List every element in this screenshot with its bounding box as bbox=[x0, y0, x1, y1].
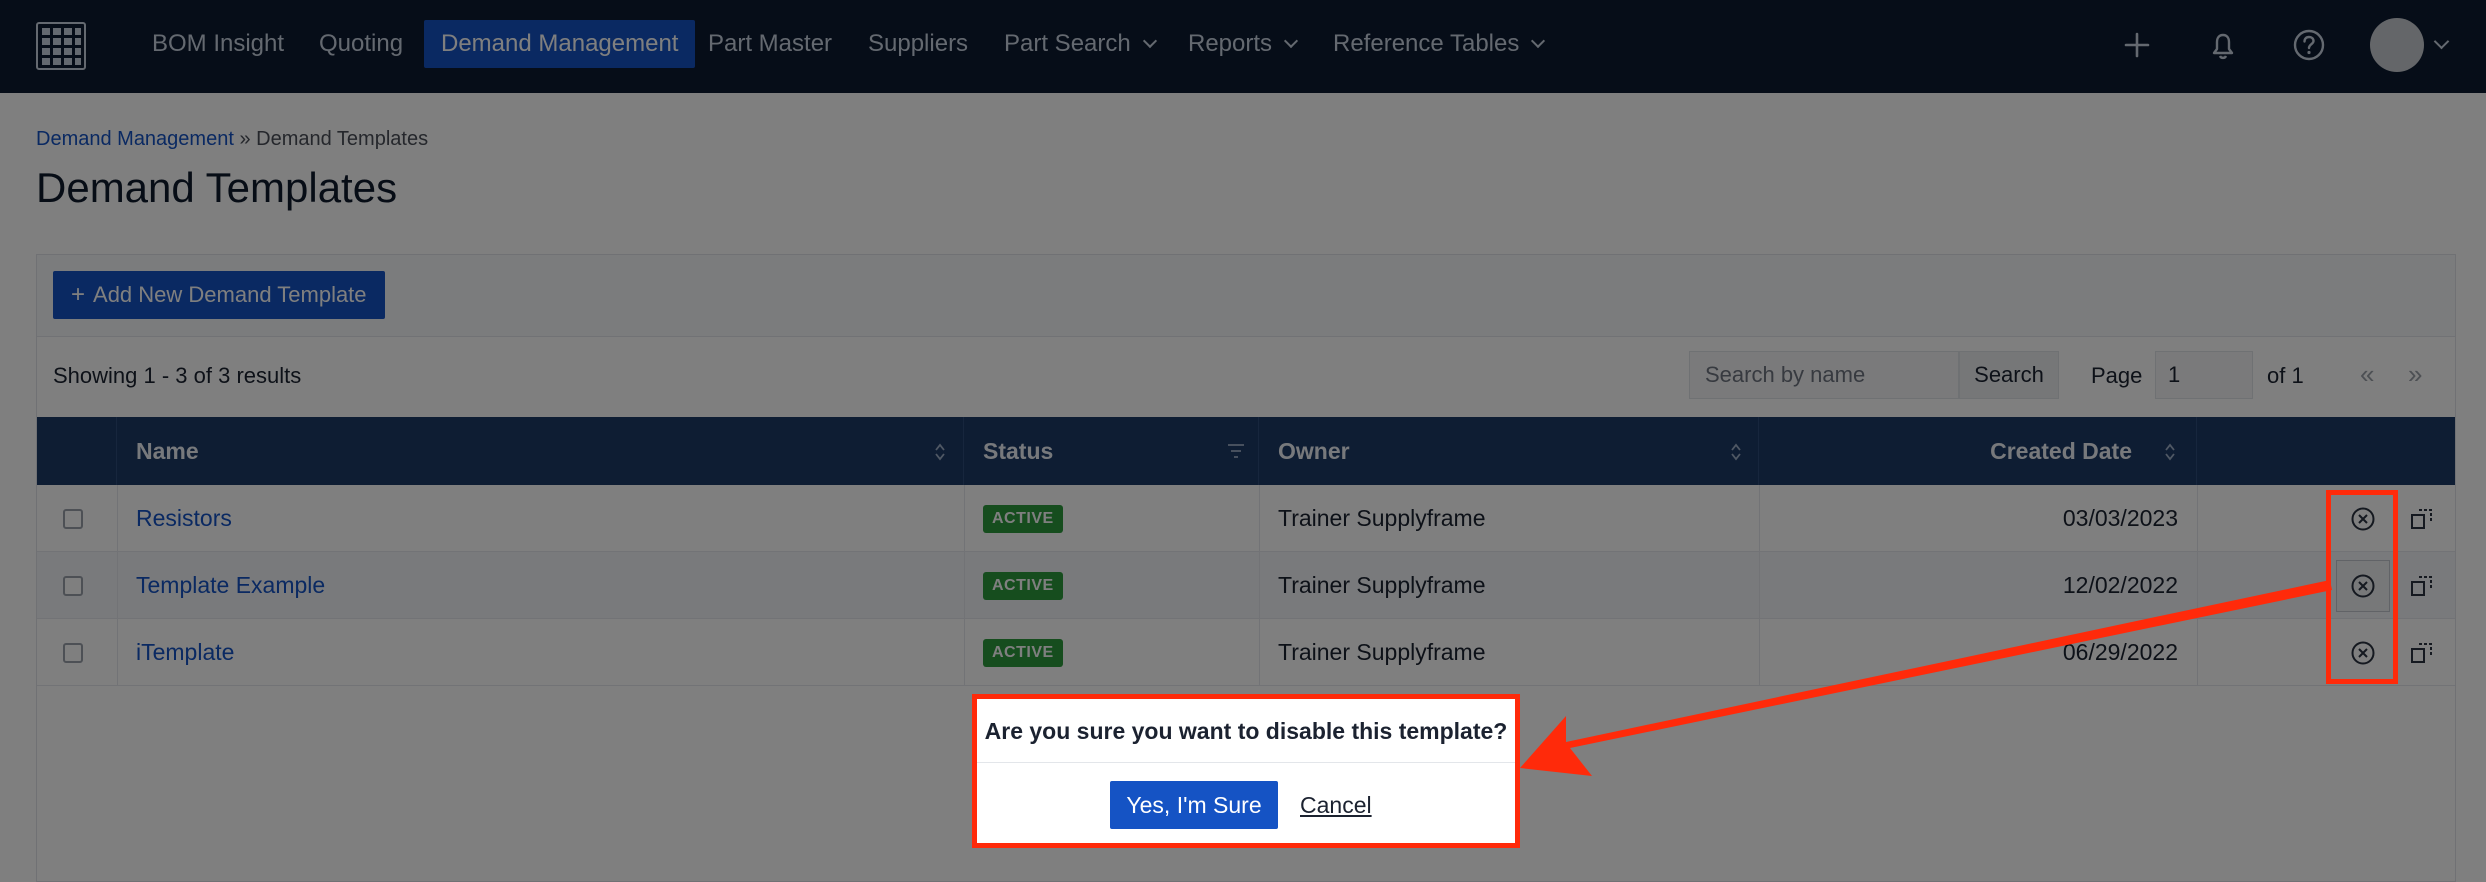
confirm-disable-dialog: Are you sure you want to disable this te… bbox=[972, 694, 1520, 848]
confirm-yes-button[interactable]: Yes, I'm Sure bbox=[1110, 781, 1278, 829]
cancel-link[interactable]: Cancel bbox=[1300, 781, 1372, 829]
annotation-highlight-box bbox=[2326, 490, 2398, 684]
dialog-question: Are you sure you want to disable this te… bbox=[977, 699, 1515, 763]
